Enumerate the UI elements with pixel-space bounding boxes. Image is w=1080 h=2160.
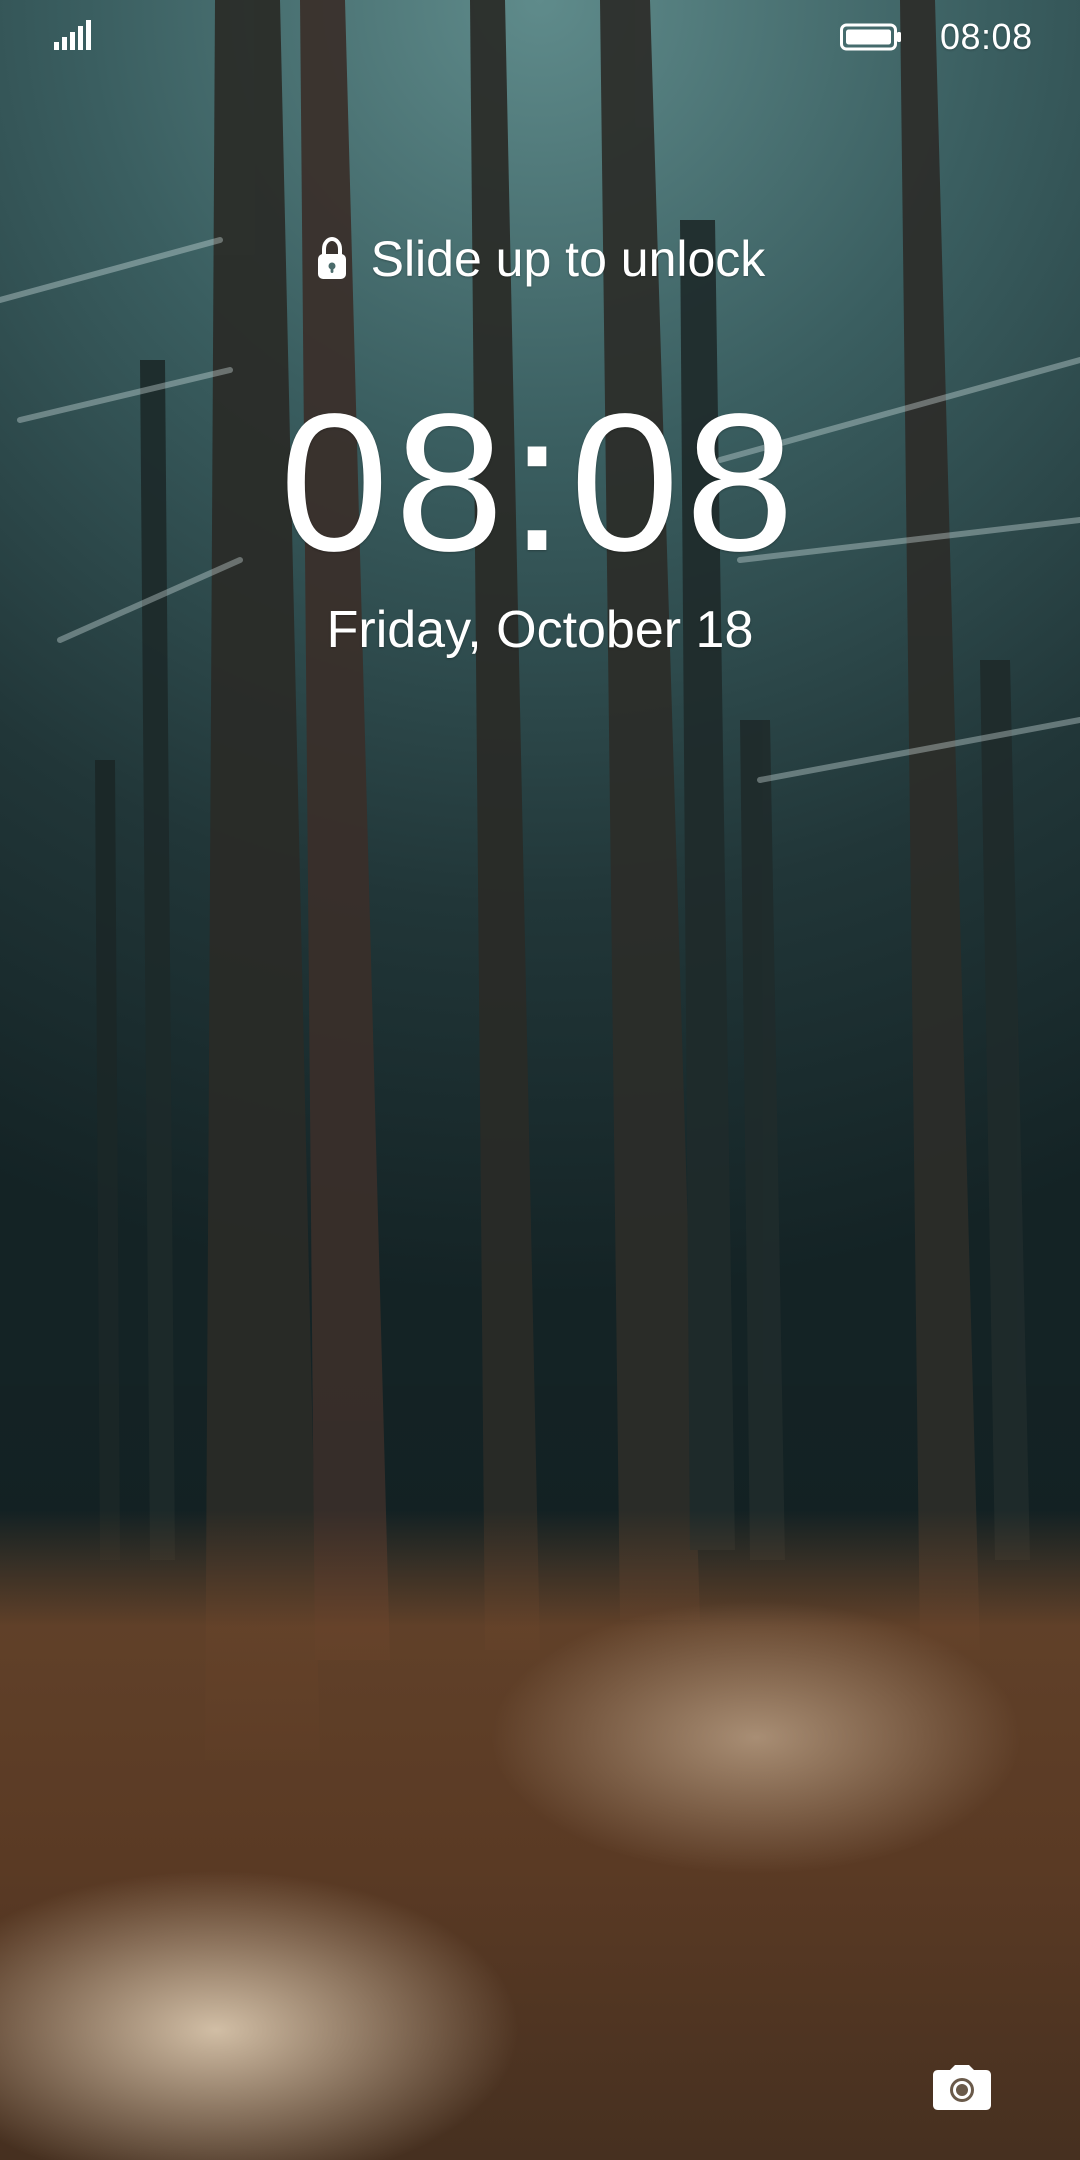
unlock-hint[interactable]: Slide up to unlock [0,230,1080,288]
status-bar: 08:08 [0,0,1080,72]
status-time: 08:08 [940,16,1033,57]
clock: 08:08 [279,373,801,592]
signal-icon [52,20,92,52]
lock-icon [315,236,349,282]
forest-floor [0,1510,1080,2160]
unlock-hint-text: Slide up to unlock [370,231,766,287]
lock-screen: 08:08 Slide up to unlock 08:08 Friday, O… [0,0,1080,2160]
date: Friday, October 18 [326,601,754,659]
camera-shortcut-button[interactable] [930,2062,994,2112]
battery-icon [840,22,902,52]
camera-icon [930,2065,994,2116]
